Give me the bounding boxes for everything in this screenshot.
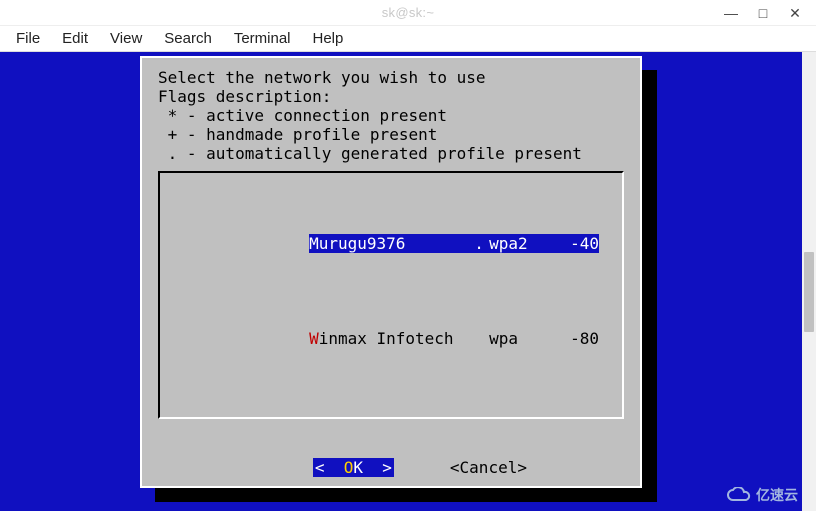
terminal-area: Select the network you wish to use Flags… (0, 52, 816, 511)
menu-file[interactable]: File (6, 28, 50, 49)
network-row-selected[interactable]: Murugu9376.wpa2-40 (168, 215, 614, 272)
network-hotkey: W (309, 329, 319, 348)
page-scrollbar-track[interactable] (802, 52, 816, 511)
menu-terminal[interactable]: Terminal (224, 28, 301, 49)
network-encryption: wpa2 (489, 234, 559, 253)
window-maximize-button[interactable]: □ (754, 5, 772, 21)
network-name: Murugu9376 (309, 234, 469, 253)
dialog-instructions: Select the network you wish to use Flags… (158, 68, 624, 163)
network-listbox[interactable]: Murugu9376.wpa2-40 Winmax Infotech wpa-80 (158, 171, 624, 419)
cancel-button[interactable]: <Cancel> (450, 458, 527, 477)
menu-help[interactable]: Help (303, 28, 354, 49)
ok-button[interactable]: < OK > (313, 458, 394, 477)
ok-button-hotkey: O (344, 458, 354, 477)
network-signal: -40 (559, 234, 599, 253)
window-close-button[interactable]: ✕ (786, 5, 804, 22)
menu-view[interactable]: View (100, 28, 152, 49)
ok-button-rest: K > (353, 458, 392, 477)
menu-search[interactable]: Search (154, 28, 222, 49)
wifi-menu-dialog: Select the network you wish to use Flags… (140, 56, 642, 488)
network-name: Winmax Infotech (309, 329, 469, 348)
menu-edit[interactable]: Edit (52, 28, 98, 49)
network-flag: . (469, 234, 489, 253)
network-name-rest: inmax Infotech (319, 329, 454, 348)
window-titlebar: sk@sk:~ — □ ✕ (0, 0, 816, 26)
network-encryption: wpa (489, 329, 559, 348)
window-minimize-button[interactable]: — (722, 5, 740, 21)
dialog-buttons: < OK > <Cancel> (158, 439, 624, 496)
window-controls: — □ ✕ (722, 0, 812, 26)
ok-button-pre: < (315, 458, 344, 477)
window-title: sk@sk:~ (382, 5, 435, 20)
network-signal: -80 (559, 329, 599, 348)
page-scrollbar-thumb[interactable] (804, 252, 814, 332)
network-row[interactable]: Winmax Infotech wpa-80 (168, 310, 614, 367)
menubar: File Edit View Search Terminal Help (0, 26, 816, 52)
network-name-rest: urugu9376 (319, 234, 406, 253)
network-hotkey: M (309, 234, 319, 253)
